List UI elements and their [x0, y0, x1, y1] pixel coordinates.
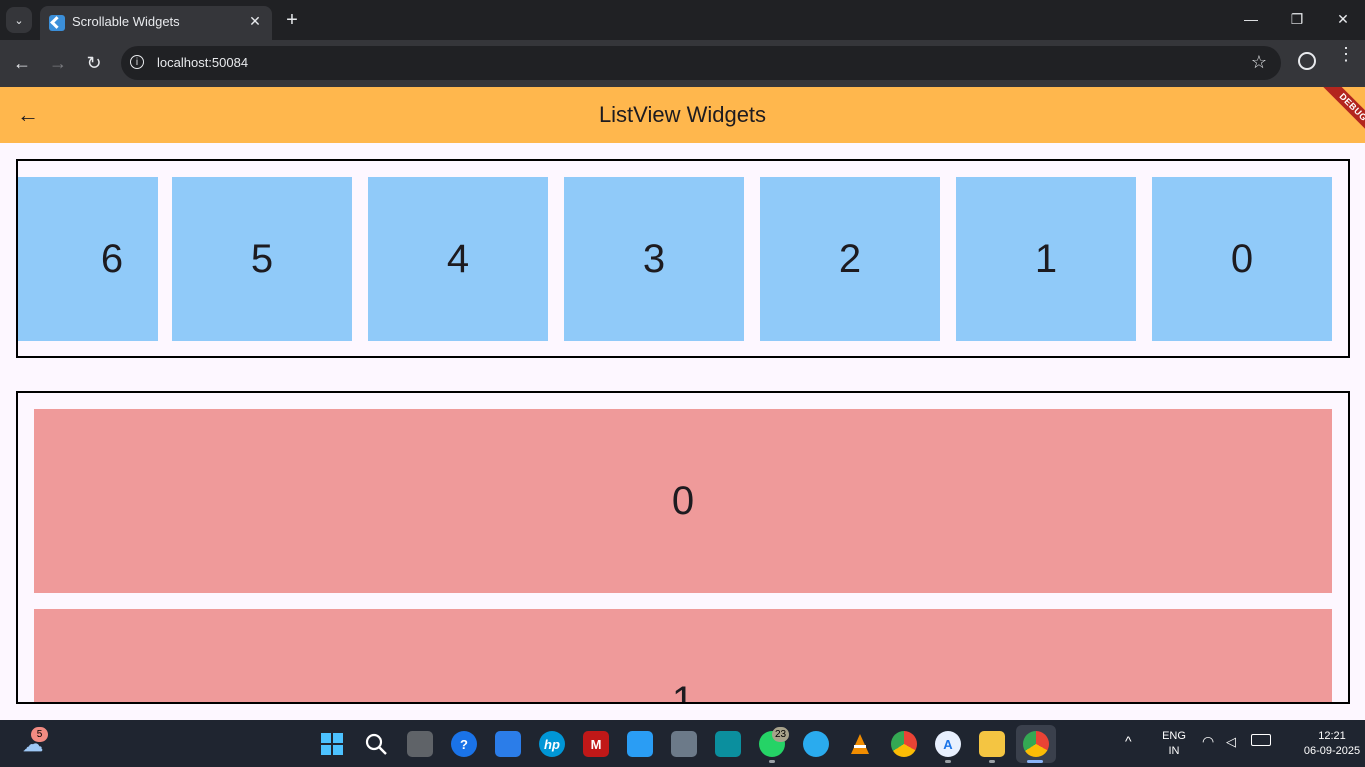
vlc-icon[interactable]	[847, 731, 873, 757]
chrome-active-indicator	[1027, 760, 1043, 763]
whatsapp-badge: 23	[772, 727, 789, 742]
site-info-icon[interactable]: i	[130, 55, 144, 69]
task-view-icon[interactable]	[407, 731, 433, 757]
windows-start-icon[interactable]	[319, 731, 345, 757]
app-bar: ← ListView Widgets DEBUG	[0, 87, 1365, 143]
store-icon[interactable]	[495, 731, 521, 757]
search-icon[interactable]	[363, 731, 389, 757]
vertical-list-item[interactable]: 0	[34, 409, 1332, 593]
language-indicator[interactable]: ENG IN	[1158, 729, 1190, 759]
browser-tab-active[interactable]: Scrollable Widgets ✕	[40, 6, 272, 40]
page-title: ListView Widgets	[598, 102, 767, 127]
horizontal-list-item[interactable]: 5	[172, 177, 352, 341]
explorer-running-indicator	[989, 760, 995, 763]
windows-taskbar: ☁ 5 ? hp M 23 A ^ ENG IN ◠ ◁ 12:21 06-09…	[0, 720, 1365, 767]
bookmark-star-icon[interactable]: ☆	[1251, 52, 1267, 73]
horizontal-list-item[interactable]: 1	[956, 177, 1136, 341]
flutter-app: ← ListView Widgets DEBUG 6 5 4 3 2 1 0 0…	[0, 87, 1365, 720]
horizontal-list-item[interactable]: 2	[760, 177, 940, 341]
horizontal-list-view[interactable]: 6 5 4 3 2 1 0	[16, 159, 1350, 358]
android-studio-running-indicator	[945, 760, 951, 763]
window-close-button[interactable]: ✕	[1332, 8, 1354, 30]
flutter-favicon-icon	[49, 15, 65, 31]
help-icon[interactable]: ?	[451, 731, 477, 757]
horizontal-list-item[interactable]: 3	[564, 177, 744, 341]
horizontal-list-item[interactable]: 6	[18, 177, 158, 341]
tray-chevron-icon[interactable]: ^	[1125, 734, 1132, 749]
notepad-icon[interactable]	[627, 731, 653, 757]
telegram-icon[interactable]	[803, 731, 829, 757]
file-explorer-icon[interactable]	[979, 731, 1005, 757]
weather-badge: 5	[31, 727, 48, 742]
volume-icon[interactable]: ◁	[1226, 734, 1236, 749]
hp-icon[interactable]: hp	[539, 731, 565, 757]
browser-toolbar: ← → ↻ i localhost:50084 ☆ ⋮	[0, 40, 1365, 87]
android-studio-icon[interactable]: A	[935, 731, 961, 757]
debug-banner: DEBUG	[1305, 87, 1365, 147]
camera-icon[interactable]	[715, 731, 741, 757]
chrome-icon[interactable]	[891, 731, 917, 757]
profile-icon[interactable]	[1298, 52, 1316, 70]
whatsapp-running-indicator	[769, 760, 775, 763]
battery-icon[interactable]	[1251, 734, 1271, 746]
url-text[interactable]: localhost:50084	[157, 55, 248, 70]
debug-label: DEBUG	[1320, 87, 1365, 141]
tab-title: Scrollable Widgets	[72, 14, 180, 29]
vertical-list-view[interactable]: 0 1	[16, 391, 1350, 704]
horizontal-list-item[interactable]: 4	[368, 177, 548, 341]
clock[interactable]: 12:21 06-09-2025	[1300, 729, 1364, 759]
tab-search-button[interactable]: ⌄	[6, 7, 32, 33]
reload-button[interactable]: ↻	[83, 52, 105, 74]
vertical-list-item[interactable]: 1	[34, 609, 1332, 702]
new-tab-button[interactable]: +	[283, 9, 301, 31]
back-button[interactable]: ←	[11, 52, 33, 74]
browser-menu-button[interactable]: ⋮	[1337, 45, 1355, 63]
calculator-icon[interactable]	[671, 731, 697, 757]
address-bar[interactable]: i localhost:50084 ☆	[121, 46, 1281, 80]
wifi-icon[interactable]: ◠	[1202, 734, 1214, 749]
mcafee-icon[interactable]: M	[583, 731, 609, 757]
forward-button[interactable]: →	[47, 52, 69, 74]
tab-strip: ⌄ Scrollable Widgets ✕ + — ❐ ✕	[0, 0, 1365, 40]
tab-close-button[interactable]: ✕	[246, 12, 264, 30]
horizontal-list-item[interactable]: 0	[1152, 177, 1332, 341]
chrome-active-icon[interactable]	[1023, 731, 1049, 757]
restore-button[interactable]: ❐	[1286, 8, 1308, 30]
minimize-button[interactable]: —	[1240, 8, 1262, 30]
